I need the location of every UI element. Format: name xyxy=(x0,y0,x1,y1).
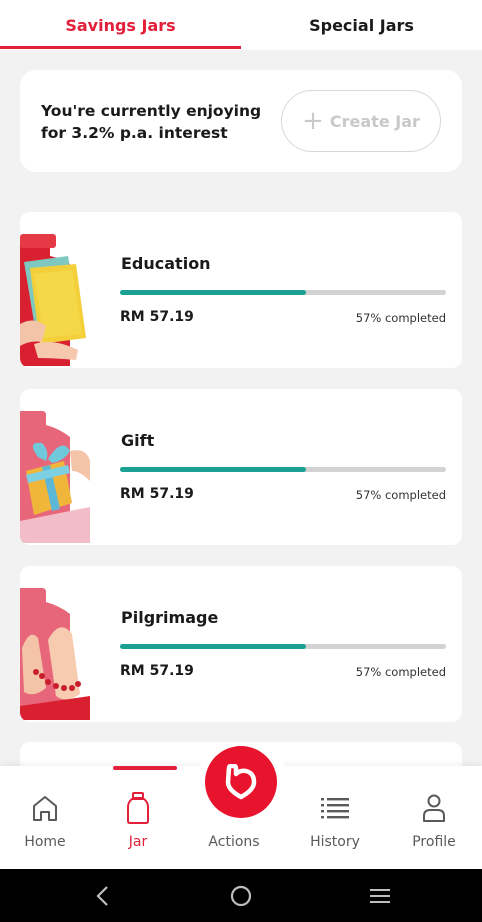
progress-bar xyxy=(120,644,446,649)
nav-home[interactable]: Home xyxy=(0,766,93,869)
home-icon xyxy=(29,792,61,824)
system-nav-bar xyxy=(0,869,482,922)
person-icon xyxy=(418,792,450,824)
jar-amount: RM 57.19 xyxy=(120,486,194,502)
jar-icon xyxy=(122,792,154,824)
jar-card-gift[interactable]: Gift RM 57.19 57% completed xyxy=(20,389,462,545)
jar-card-pilgrimage[interactable]: Pilgrimage RM 57.19 57% completed xyxy=(20,566,462,722)
nav-home-label: Home xyxy=(24,834,66,850)
nav-jar[interactable]: Jar xyxy=(90,766,186,869)
tab-savings-jars-label: Savings Jars xyxy=(65,15,176,35)
nav-profile-label: Profile xyxy=(412,834,456,850)
progress-bar xyxy=(120,290,446,295)
jar-title: Pilgrimage xyxy=(121,608,219,627)
nav-actions-label: Actions xyxy=(208,834,260,850)
create-jar-button[interactable]: + Create Jar xyxy=(281,90,441,152)
jar-card-education[interactable]: Education RM 57.19 57% completed xyxy=(20,212,462,368)
tab-special-jars[interactable]: Special Jars xyxy=(241,0,482,50)
interest-text: You're currently enjoying for 3.2% p.a. … xyxy=(41,102,262,142)
actions-button[interactable] xyxy=(205,746,277,818)
jar-amount: RM 57.19 xyxy=(120,663,194,679)
plus-icon: + xyxy=(302,106,324,136)
progress-bar xyxy=(120,467,446,472)
nav-profile[interactable]: Profile xyxy=(386,766,482,869)
nav-jar-label: Jar xyxy=(128,834,148,850)
nav-history-label: History xyxy=(310,834,360,850)
heart-logo-icon xyxy=(225,764,257,800)
interest-card: You're currently enjoying for 3.2% p.a. … xyxy=(20,70,462,172)
progress-fill xyxy=(120,290,306,295)
jar-title: Education xyxy=(121,254,211,273)
tab-special-jars-label: Special Jars xyxy=(309,15,414,35)
back-icon[interactable] xyxy=(90,883,116,909)
progress-fill xyxy=(120,467,306,472)
progress-fill xyxy=(120,644,306,649)
create-jar-label: Create Jar xyxy=(329,111,420,131)
jar-status: 57% completed xyxy=(355,665,446,679)
recents-menu-icon[interactable] xyxy=(367,883,393,909)
jar-title: Gift xyxy=(121,431,155,450)
nav-history[interactable]: History xyxy=(287,766,383,869)
prayer-beads-icon xyxy=(20,588,90,720)
books-icon xyxy=(20,234,90,366)
tab-savings-jars[interactable]: Savings Jars xyxy=(0,0,241,50)
list-icon xyxy=(319,792,351,824)
gift-box-icon xyxy=(20,411,90,543)
jar-amount: RM 57.19 xyxy=(120,309,194,325)
jar-tabs: Savings Jars Special Jars xyxy=(0,0,482,50)
jar-status: 57% completed xyxy=(355,488,446,502)
home-circle-icon[interactable] xyxy=(228,883,254,909)
jar-status: 57% completed xyxy=(355,311,446,325)
